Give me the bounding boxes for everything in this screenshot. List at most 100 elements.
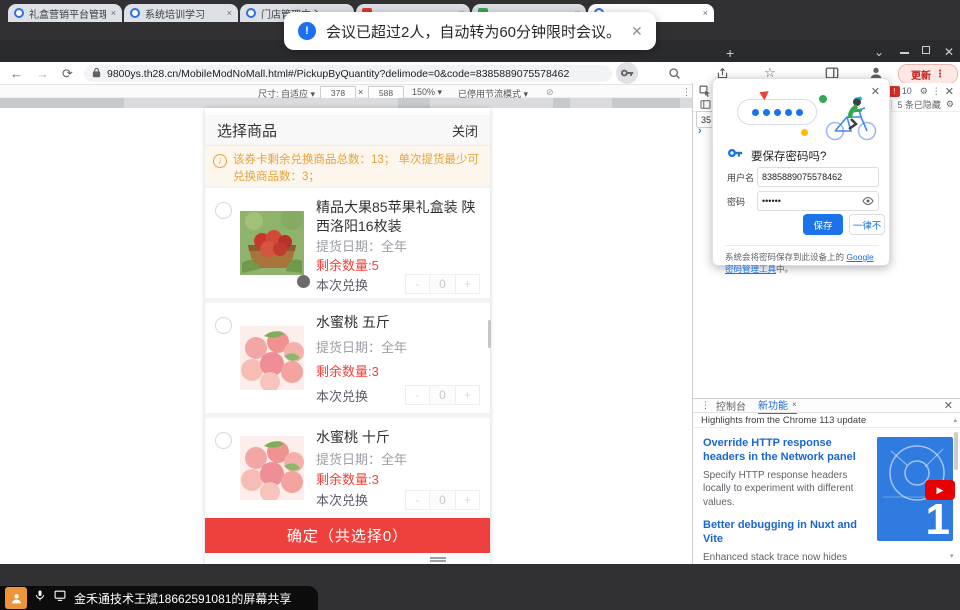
username-field[interactable] [757,167,879,187]
radio-button[interactable] [215,202,232,219]
plus-button[interactable]: + [455,274,480,294]
tab-close-icon[interactable]: × [227,8,232,18]
viewport-resize-handle[interactable] [430,557,446,559]
site-favicon [130,8,140,18]
radio-button[interactable] [215,317,232,334]
devtools-settings-icon[interactable]: ⚙ [920,86,928,97]
quantity-value[interactable]: 0 [430,385,455,405]
eye-icon[interactable] [862,194,874,212]
minus-button[interactable]: - [405,490,430,510]
url-text: 9800ys.th28.cn/MobileModNoMall.html#/Pic… [107,68,569,80]
forward-button[interactable]: → [36,66,49,81]
quantity-value[interactable]: 0 [430,274,455,294]
back-button[interactable]: ← [10,66,23,81]
whatsnew-content: Override HTTP response headers in the Ne… [692,428,960,564]
share-label: 金禾通技术王斌18662591081的屏幕共享 [74,590,291,607]
chrome-update-button[interactable]: 更新 ⋮ [898,64,958,84]
whatsnew-header: Highlights from the Chrome 113 update ▴ [692,414,960,428]
pickup-date: 提货日期：全年 [316,337,480,356]
remaining-qty: 剩余数量:3 [316,361,480,380]
key-icon [727,145,743,166]
product-card[interactable]: 水蜜桃 十斤 提货日期：全年 剩余数量:3 本次兑换 - 0 + [205,418,490,518]
drawer-close-icon[interactable]: ✕ [944,399,953,412]
tab-whats-new[interactable]: 新功能 × [758,397,797,415]
issues-badge[interactable]: ! 10 [889,86,912,97]
device-toolbar-more-icon[interactable]: ⋮ [682,87,691,98]
remaining-qty: 剩余数量:5 [316,255,480,274]
browser-tab[interactable]: 系统培训学习 × [124,4,238,22]
drawer-scrollbar[interactable] [954,432,958,470]
toast-close-icon[interactable]: ✕ [631,23,643,40]
devtools-close-icon[interactable]: ✕ [945,85,954,98]
devtools-more-icon[interactable]: ⋮ [932,86,941,97]
minimize-button[interactable] [900,52,909,54]
screen-share-bar: 金禾通技术王斌18662591081的屏幕共享 [0,586,318,610]
mic-icon[interactable] [34,589,46,607]
mobile-header: 选择商品 关闭 [205,115,490,146]
page-title: 选择商品 [217,120,277,141]
product-card[interactable]: 水蜜桃 五斤 提货日期：全年 剩余数量:3 本次兑换 - 0 + [205,303,490,413]
more-vert-icon[interactable]: ⋮ [935,69,945,80]
plus-button[interactable]: + [455,490,480,510]
never-button[interactable]: 一律不 [849,214,885,235]
scroll-down-icon[interactable]: ▾ [950,552,954,560]
notice-text: 该券卡剩余兑换商品总数：13； 单次提货最少可兑换商品数：3； [233,152,482,186]
scroll-up-icon[interactable]: ▴ [953,416,957,424]
ruler-segment [398,98,430,108]
ruler-segment [553,98,570,108]
dialog-title: 要保存密码吗? [751,148,826,164]
reload-button[interactable]: ⟳ [62,66,73,82]
hidden-messages-label: 5 条已隐藏 [897,98,941,111]
zoom-icon[interactable] [666,65,682,81]
whatsnew-link[interactable]: Better debugging in Nuxt and Vite [703,518,875,547]
exchange-label: 本次兑换 [316,386,368,405]
mobile-scrollbar[interactable] [488,320,491,348]
save-button[interactable]: 保存 [803,214,843,235]
tab-search-chevron-icon[interactable]: ⌄ [874,45,884,59]
quantity-stepper: - 0 + [405,274,480,294]
address-bar[interactable]: 9800ys.th28.cn/MobileModNoMall.html#/Pic… [84,65,612,82]
inspect-icon[interactable] [697,84,713,98]
exchange-label: 本次兑换 [316,490,368,509]
presenter-avatar [5,587,27,609]
tab-console[interactable]: 控制台 [716,398,746,413]
whatsnew-link[interactable]: Override HTTP response headers in the Ne… [703,436,875,465]
tab-close-icon[interactable]: × [111,8,116,18]
drawer-more-icon[interactable]: ⋮ [701,400,710,411]
exchange-label: 本次兑换 [316,275,368,294]
tab-label: 系统培训学习 [145,6,222,21]
console-sidebar-icon[interactable] [697,98,713,112]
whatsnew-body: Enhanced stack trace now hides irrelevan… [703,551,875,564]
confirm-button[interactable]: 确定（共选择0） [205,518,490,553]
screen-share-icon[interactable] [53,589,67,607]
new-tab-button[interactable]: + [726,45,734,61]
product-card[interactable]: 精品大果85苹果礼盒装 陕西洛阳16枚装 提货日期：全年 剩余数量:5 本次兑换… [205,188,490,298]
window-close-button[interactable]: ✕ [944,45,954,59]
product-image [240,196,304,290]
update-label: 更新 [911,67,931,82]
password-key-icon[interactable] [616,62,638,84]
tab-close-icon[interactable]: × [703,8,708,18]
pickup-date: 提货日期：全年 [316,236,480,255]
console-settings-icon[interactable]: ⚙ [946,99,954,110]
site-favicon [246,8,256,18]
quantity-value[interactable]: 0 [430,490,455,510]
browser-tab[interactable]: 礼盒营销平台管理中心 × [8,4,122,22]
product-image [240,426,304,510]
device-zoom-select[interactable]: 150% ▾ [412,87,442,98]
viewport-resize-handle[interactable] [430,560,446,562]
plus-button[interactable]: + [455,385,480,405]
chrome-113-thumbnail[interactable]: ▶ 1 [877,437,953,541]
cyclist-illustration [821,95,881,141]
password-field[interactable] [757,191,879,211]
minus-button[interactable]: - [405,385,430,405]
rotate-icon[interactable]: ⊘ [546,87,554,98]
mobile-close-link[interactable]: 关闭 [452,121,478,140]
ruler-segment [612,98,680,108]
minus-button[interactable]: - [405,274,430,294]
tab-close-icon[interactable]: × [792,400,797,409]
radio-button[interactable] [215,432,232,449]
password-label: 密码 [727,195,757,208]
console-prompt-icon[interactable]: › [698,125,702,137]
maximize-button[interactable] [922,46,930,54]
